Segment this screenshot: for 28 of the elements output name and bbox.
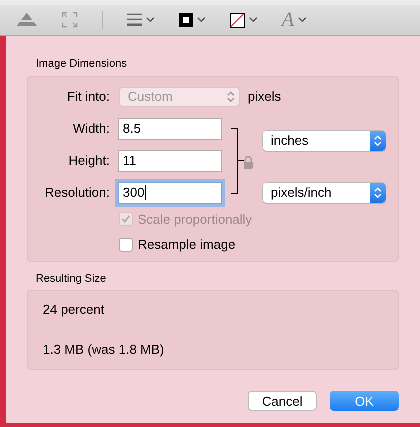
chevron-icon	[197, 17, 206, 23]
cancel-button[interactable]: Cancel	[248, 391, 317, 411]
size-text: 1.3 MB (was 1.8 MB)	[43, 340, 166, 359]
text-field[interactable]: 11	[118, 150, 222, 172]
chevron-icon	[146, 17, 155, 23]
stepper-icon	[370, 130, 386, 150]
percent-text: 24 percent	[43, 301, 106, 319]
fill-color-button[interactable]	[230, 12, 258, 28]
checkbox-row[interactable]: Resample image	[119, 235, 398, 254]
field-label: Width:	[72, 120, 110, 138]
field-label: Fit into:	[66, 88, 110, 106]
unit-popup[interactable]: pixels/inch	[263, 182, 386, 202]
chevron-icon	[249, 17, 258, 23]
field-label: Resolution:	[44, 184, 110, 202]
unit-label: pixels	[248, 88, 282, 106]
chevron-icon	[298, 17, 308, 23]
checkbox[interactable]	[119, 238, 133, 252]
border-color-button[interactable]	[179, 13, 206, 27]
section-title: Image Dimensions	[36, 57, 128, 72]
resize-icon[interactable]	[62, 12, 78, 28]
unit-popup[interactable]: inches	[263, 130, 386, 150]
stepper-icon	[370, 182, 386, 202]
prism-icon[interactable]	[16, 12, 38, 28]
section-title: Resulting Size	[36, 272, 108, 286]
link-bracket	[231, 128, 244, 194]
field-label: Height:	[68, 152, 110, 170]
line-style-button[interactable]	[127, 13, 155, 27]
text-field[interactable]: 8.5	[118, 118, 222, 140]
